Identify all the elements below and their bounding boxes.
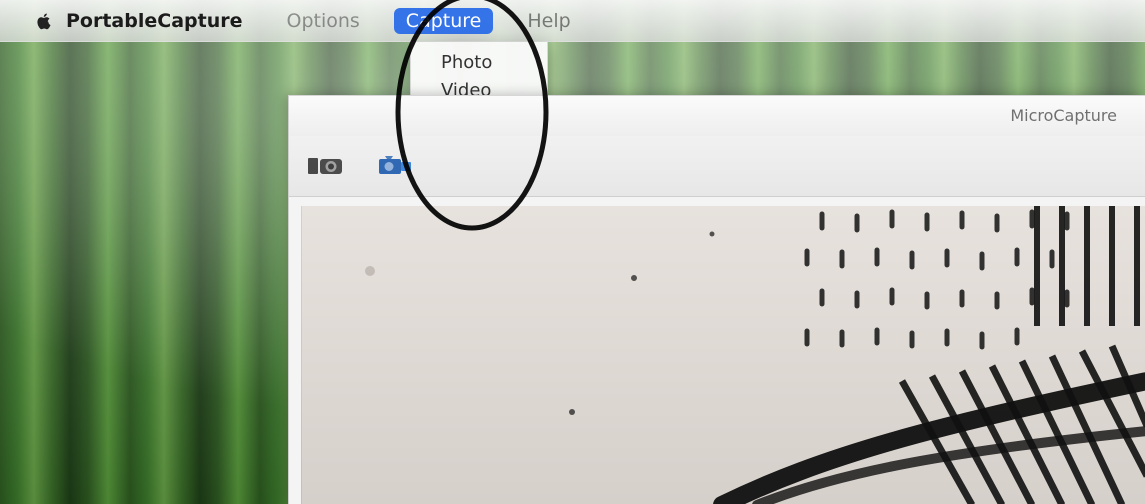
camera-icon xyxy=(306,150,344,182)
preview-image xyxy=(365,206,1145,504)
capture-menu-photo[interactable]: Photo xyxy=(441,52,492,73)
window-title: MicroCapture xyxy=(1010,106,1117,125)
camera-preview xyxy=(301,206,1145,504)
menu-options[interactable]: Options xyxy=(276,8,369,34)
desktop-background: PortableCapture Options Capture Help Pho… xyxy=(0,0,1145,504)
apple-icon-svg xyxy=(37,13,51,29)
apple-icon[interactable] xyxy=(36,12,52,30)
window-titlebar[interactable]: MicroCapture xyxy=(289,96,1145,137)
window-toolbar xyxy=(289,136,1145,197)
video-camera-icon xyxy=(375,149,415,183)
menu-bar: PortableCapture Options Capture Help xyxy=(0,0,1145,42)
menu-app-name[interactable]: PortableCapture xyxy=(66,8,252,34)
menu-capture[interactable]: Capture xyxy=(393,7,494,34)
menu-help[interactable]: Help xyxy=(517,8,580,34)
camera-button[interactable] xyxy=(303,148,347,184)
video-button[interactable] xyxy=(373,148,417,184)
app-window: MicroCapture xyxy=(288,95,1145,504)
